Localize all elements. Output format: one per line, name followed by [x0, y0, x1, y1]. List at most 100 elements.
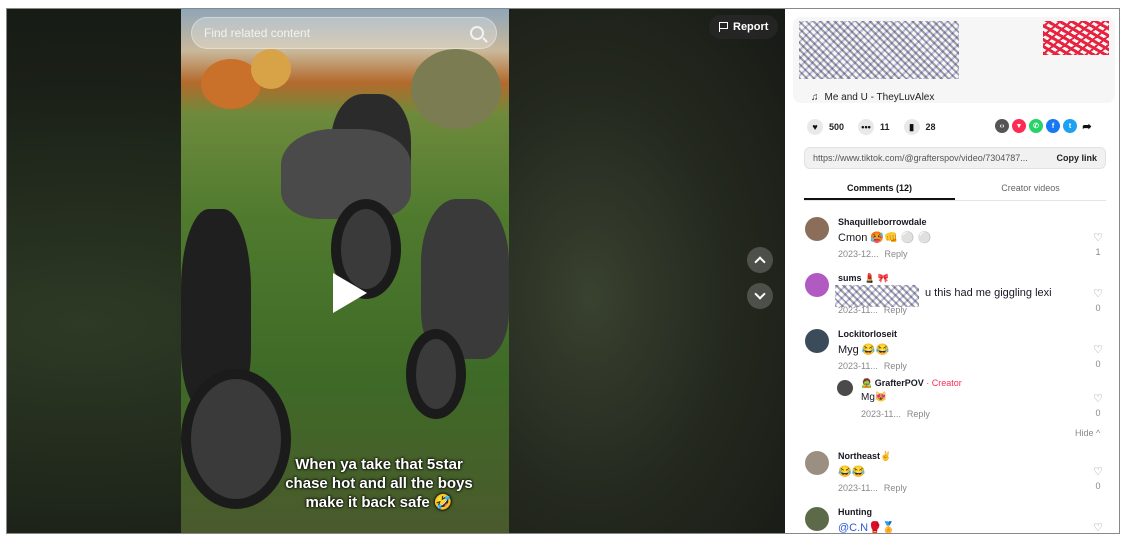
flag-icon: [719, 22, 728, 32]
motorbike-shape: [281, 129, 411, 219]
comment-text: u this had me giggling lexi: [925, 287, 1052, 299]
heart-icon[interactable]: ♡: [1091, 467, 1105, 478]
avatar[interactable]: [805, 329, 829, 353]
comment-stat[interactable]: ••• 11: [858, 119, 890, 135]
like-stat[interactable]: ♥ 500: [807, 119, 844, 135]
reply-button[interactable]: Reply: [884, 483, 907, 493]
bookmark-icon: ▮: [903, 119, 920, 135]
wheel-shape: [181, 369, 291, 509]
reply-button[interactable]: Reply: [885, 249, 908, 259]
heart-icon[interactable]: ♡: [1091, 345, 1105, 356]
heart-icon[interactable]: ♡: [1091, 523, 1105, 534]
avatar[interactable]: [805, 273, 829, 297]
share-icons: ‹› ▼ ✆ f t ➦: [995, 119, 1094, 133]
avatar[interactable]: [805, 217, 829, 241]
play-icon[interactable]: [333, 273, 367, 313]
comment-item: Hunting @C.N🥊🏅 ♡: [805, 507, 1105, 533]
comment-username[interactable]: Shaquilleborrowdale: [838, 217, 927, 227]
reply-username[interactable]: 🧟 GrafterPOV · Creator: [861, 378, 962, 389]
music-line[interactable]: ♫ Me and U - TheyLuvAlex: [811, 92, 934, 103]
comment-item: sums 💄 🎀 u this had me giggling lexi 202…: [805, 273, 1105, 323]
comment-date: 2023-11...: [838, 305, 878, 315]
report-button[interactable]: Report: [709, 15, 779, 39]
comment-item: Shaquilleborrowdale Cmon 🥵👊 ⚪ ⚪ 2023-12.…: [805, 217, 1105, 267]
reply-button[interactable]: Reply: [884, 361, 907, 371]
comment-meta: 2023-11... Reply: [838, 361, 907, 371]
engagement-stats: ♥ 500 ••• 11 ▮ 28: [807, 119, 936, 135]
comment-meta: 2023-11... Reply: [838, 305, 907, 315]
redacted-follow-button: [1043, 21, 1109, 55]
author-card: ♫ Me and U - TheyLuvAlex: [793, 17, 1115, 103]
reply-button[interactable]: Reply: [884, 305, 907, 315]
heart-icon: ♥: [807, 119, 823, 135]
redacted-comment-content: [835, 285, 919, 307]
reply-button[interactable]: Reply: [907, 409, 930, 419]
heart-icon[interactable]: ♡: [1091, 233, 1105, 244]
reply-username-text: 🧟 GrafterPOV: [861, 378, 924, 388]
search-input[interactable]: Find related content: [191, 17, 497, 49]
avatar[interactable]: [837, 380, 853, 396]
tree-shape: [251, 49, 291, 89]
panel-tabs: Comments (12) Creator videos: [804, 179, 1106, 201]
comment-username[interactable]: Northeast✌: [838, 451, 891, 462]
comment-meta: 2023-11... Reply: [838, 483, 907, 493]
comment-item: Lockitorloseit Myg 😂😂 2023-11... Reply ♡ …: [805, 329, 1105, 379]
avatar[interactable]: [805, 451, 829, 475]
comment-like-count: 1: [1095, 247, 1101, 257]
comment-text: 😂😂: [838, 466, 866, 478]
search-icon[interactable]: [470, 26, 484, 40]
creator-badge: · Creator: [926, 378, 962, 388]
tab-comments[interactable]: Comments (12): [804, 179, 955, 200]
video-player[interactable]: Find related content When ya take that 5…: [7, 9, 785, 533]
previous-video-button[interactable]: [747, 247, 773, 273]
comment-item: Northeast✌ 😂😂 2023-11... Reply ♡ 0: [805, 451, 1105, 501]
music-title: Me and U - TheyLuvAlex: [824, 92, 935, 103]
hide-replies-button[interactable]: Hide ^: [1075, 428, 1100, 438]
chevron-up-icon: [754, 256, 766, 268]
facebook-icon[interactable]: f: [1046, 119, 1060, 133]
reply-item: 🧟 GrafterPOV · Creator Mg😻 2023-11... Rep…: [837, 378, 1105, 428]
side-panel: ♫ Me and U - TheyLuvAlex ♥ 500 ••• 11 ▮ …: [785, 9, 1119, 533]
comment-icon: •••: [858, 119, 875, 135]
reply-date: 2023-11...: [861, 409, 901, 419]
report-label: Report: [733, 21, 769, 33]
comment-date: 2023-12...: [838, 249, 879, 259]
reply-text: Mg😻: [861, 392, 888, 403]
heart-icon[interactable]: ♡: [1091, 394, 1105, 405]
comment-date: 2023-11...: [838, 361, 878, 371]
comment-username[interactable]: Hunting: [838, 507, 872, 517]
comment-date: 2023-11...: [838, 483, 878, 493]
tree-shape: [411, 49, 501, 129]
reply-meta: 2023-11... Reply: [861, 409, 930, 419]
comment-like-count: 0: [1095, 303, 1101, 313]
next-video-button[interactable]: [747, 283, 773, 309]
video-caption: When ya take that 5star chase hot and al…: [285, 456, 473, 511]
video-frame[interactable]: Find related content When ya take that 5…: [181, 9, 509, 533]
share-link-field[interactable]: https://www.tiktok.com/@grafterspov/vide…: [804, 147, 1106, 169]
app-frame: Find related content When ya take that 5…: [6, 8, 1120, 534]
avatar[interactable]: [805, 507, 829, 531]
send-icon[interactable]: ▼: [1012, 119, 1026, 133]
chevron-down-icon: [754, 288, 766, 300]
comment-like-count: 0: [1095, 359, 1101, 369]
comment-count: 11: [880, 122, 890, 132]
whatsapp-icon[interactable]: ✆: [1029, 119, 1043, 133]
comment-username[interactable]: sums 💄 🎀: [838, 273, 889, 284]
save-count: 28: [925, 122, 936, 132]
twitter-icon[interactable]: t: [1063, 119, 1077, 133]
save-stat[interactable]: ▮ 28: [903, 119, 936, 135]
comment-text: Myg 😂😂: [838, 344, 890, 356]
tab-creator-videos[interactable]: Creator videos: [955, 179, 1106, 200]
comment-username[interactable]: Lockitorloseit: [838, 329, 897, 339]
copy-link-button[interactable]: Copy link: [1056, 153, 1097, 163]
search-placeholder: Find related content: [204, 26, 311, 40]
heart-icon[interactable]: ♡: [1091, 289, 1105, 300]
embed-icon[interactable]: ‹›: [995, 119, 1009, 133]
comment-text: Cmon 🥵👊 ⚪ ⚪: [838, 232, 932, 244]
share-arrow-icon[interactable]: ➦: [1080, 119, 1094, 133]
comment-like-count: 0: [1095, 408, 1101, 418]
music-note-icon: ♫: [811, 92, 819, 103]
comment-like-count: 0: [1095, 481, 1101, 491]
like-count: 500: [829, 122, 845, 132]
redacted-author-info: [799, 21, 959, 79]
